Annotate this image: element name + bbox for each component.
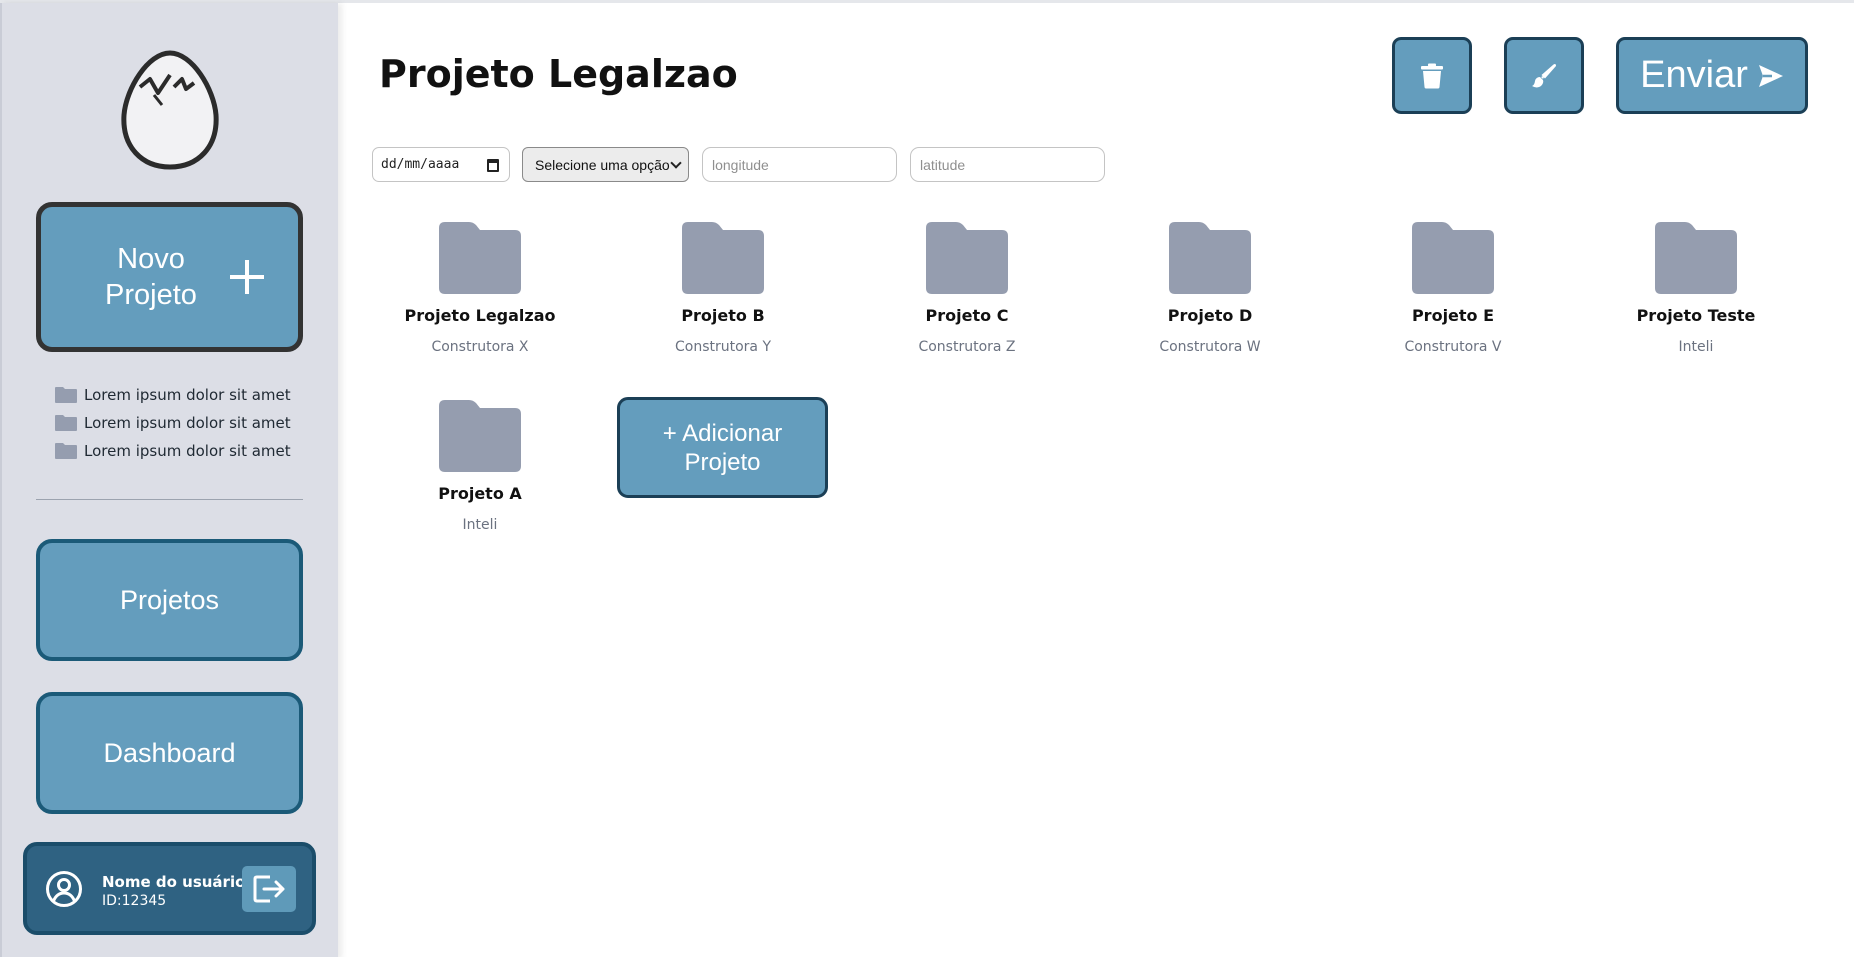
app-window: Novo Projeto Lorem ipsum dolor sit amet … bbox=[0, 0, 1854, 957]
brush-button[interactable] bbox=[1504, 37, 1584, 114]
folder-icon bbox=[55, 443, 77, 459]
new-project-label: Novo Projeto bbox=[105, 243, 197, 311]
folder-icon bbox=[1655, 222, 1737, 294]
project-company: Construtora V bbox=[1404, 339, 1502, 355]
project-company: Inteli bbox=[1678, 339, 1714, 355]
project-name: Projeto B bbox=[681, 306, 765, 325]
project-name: Projeto Teste bbox=[1636, 306, 1756, 325]
calendar-icon[interactable] bbox=[487, 159, 499, 172]
project-card[interactable]: Projeto C Construtora Z bbox=[867, 222, 1067, 355]
project-card[interactable]: Projeto Teste Inteli bbox=[1596, 222, 1796, 355]
recent-project-item[interactable]: Lorem ipsum dolor sit amet bbox=[54, 409, 291, 437]
recent-project-item[interactable]: Lorem ipsum dolor sit amet bbox=[54, 381, 291, 409]
date-placeholder: dd/mm/aaaa bbox=[381, 157, 460, 172]
project-company: Construtora Y bbox=[674, 339, 772, 355]
longitude-input[interactable] bbox=[702, 147, 897, 182]
project-name: Projeto C bbox=[925, 306, 1009, 325]
recent-project-label: Lorem ipsum dolor sit amet bbox=[84, 442, 291, 460]
project-card[interactable]: Projeto D Construtora W bbox=[1110, 222, 1310, 355]
new-project-button[interactable]: Novo Projeto bbox=[36, 202, 303, 352]
sidebar: Novo Projeto Lorem ipsum dolor sit amet … bbox=[0, 3, 338, 957]
project-company: Construtora W bbox=[1159, 339, 1261, 355]
date-input[interactable]: dd/mm/aaaa bbox=[372, 147, 510, 182]
folder-icon bbox=[55, 387, 77, 403]
latitude-input[interactable] bbox=[910, 147, 1105, 182]
option-select[interactable]: Selecione uma opção bbox=[522, 147, 689, 182]
user-card: Nome do usuário ID:12345 bbox=[23, 842, 316, 935]
user-circle-icon bbox=[46, 871, 82, 907]
project-name: Projeto A bbox=[438, 484, 522, 503]
recent-project-item[interactable]: Lorem ipsum dolor sit amet bbox=[54, 437, 291, 465]
folder-icon bbox=[926, 222, 1008, 294]
cracked-egg-icon bbox=[121, 50, 219, 170]
folder-icon bbox=[439, 222, 521, 294]
project-card[interactable]: Projeto A Inteli bbox=[380, 400, 580, 533]
send-icon bbox=[1758, 64, 1783, 87]
filters-bar: dd/mm/aaaa Selecione uma opção bbox=[372, 147, 1118, 182]
logout-icon bbox=[253, 875, 285, 903]
project-name: Projeto Legalzao bbox=[404, 306, 556, 325]
chevron-down-icon bbox=[670, 157, 682, 169]
nav-dashboard-button[interactable]: Dashboard bbox=[36, 692, 303, 814]
folder-icon bbox=[682, 222, 764, 294]
page-title: Projeto Legalzao bbox=[379, 52, 738, 96]
recent-project-label: Lorem ipsum dolor sit amet bbox=[84, 386, 291, 404]
project-card[interactable]: Projeto B Construtora Y bbox=[623, 222, 823, 355]
brush-icon bbox=[1532, 63, 1556, 87]
project-card[interactable]: Projeto E Construtora V bbox=[1353, 222, 1553, 355]
send-button[interactable]: Enviar bbox=[1616, 37, 1808, 114]
project-name: Projeto E bbox=[1411, 306, 1495, 325]
recent-project-label: Lorem ipsum dolor sit amet bbox=[84, 414, 291, 432]
send-label: Enviar bbox=[1640, 54, 1748, 96]
select-value: Selecione uma opção bbox=[535, 156, 670, 173]
project-name: Projeto D bbox=[1167, 306, 1253, 325]
user-id: ID:12345 bbox=[102, 893, 167, 909]
project-company: Construtora X bbox=[431, 339, 529, 355]
trash-icon bbox=[1421, 63, 1443, 88]
folder-icon bbox=[1169, 222, 1251, 294]
plus-icon bbox=[230, 260, 264, 294]
project-card[interactable]: Projeto Legalzao Construtora X bbox=[380, 222, 580, 355]
project-company: Construtora Z bbox=[918, 339, 1016, 355]
sidebar-divider bbox=[36, 499, 303, 500]
delete-button[interactable] bbox=[1392, 37, 1472, 114]
folder-icon bbox=[55, 415, 77, 431]
nav-projetos-button[interactable]: Projetos bbox=[36, 539, 303, 661]
user-name: Nome do usuário bbox=[102, 873, 246, 891]
folder-icon bbox=[1412, 222, 1494, 294]
recent-projects-list: Lorem ipsum dolor sit amet Lorem ipsum d… bbox=[54, 381, 291, 465]
folder-icon bbox=[439, 400, 521, 472]
add-project-button[interactable]: + Adicionar Projeto bbox=[617, 397, 828, 498]
logout-button[interactable] bbox=[242, 866, 296, 912]
project-company: Inteli bbox=[462, 517, 498, 533]
